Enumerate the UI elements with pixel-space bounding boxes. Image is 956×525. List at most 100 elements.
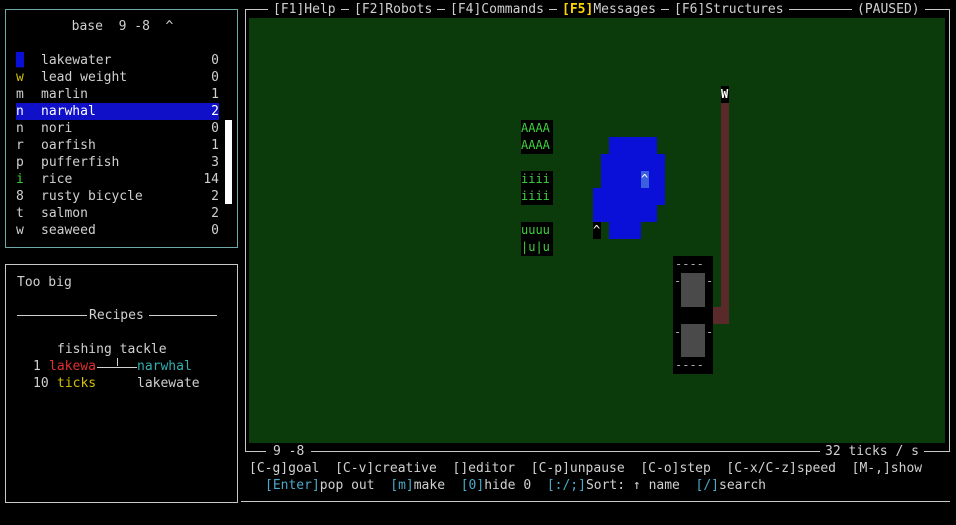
paused-status: (PAUSED) <box>852 1 925 18</box>
inventory-item-glyph: █ <box>16 53 24 68</box>
inventory-item-count: 2 <box>211 189 219 204</box>
enter-key[interactable]: [Enter] <box>265 478 320 493</box>
structure-side: - <box>674 325 682 339</box>
inventory-item[interactable]: w seaweed 0 <box>16 222 219 239</box>
inventory-item[interactable]: p pufferfish 3 <box>16 154 219 171</box>
recipe-connector-horizontal <box>97 367 137 368</box>
inventory-item-count: 2 <box>211 104 219 119</box>
inventory-item-name: rice <box>41 172 73 187</box>
search-key[interactable]: [/] <box>696 478 719 493</box>
inventory-item[interactable]: █ lakewater 0 <box>16 52 219 69</box>
inventory-item-name: pufferfish <box>41 155 120 170</box>
world-viewport[interactable]: AAAA AAAA iiii iiii uuuu |u|u ^ ^ W ----… <box>249 18 945 443</box>
structure-bottom-edge: ---- <box>675 358 704 372</box>
recipe-connector-vertical <box>117 358 118 366</box>
inventory-panel: base 9 -8 ^ █ lakewater 0 w lead weight 0 m mar… <box>5 9 238 248</box>
menu-help[interactable]: [F1]Help <box>268 1 341 18</box>
inventory-item-count: 1 <box>211 138 219 153</box>
inventory-item-name: salmon <box>41 206 88 221</box>
recipe-row2-qty: 10 <box>33 376 49 391</box>
recipes-divider-left <box>17 315 87 316</box>
inventory-item-count: 0 <box>211 223 219 238</box>
inventory-item-name: lakewater <box>41 53 112 68</box>
recipe-row1-qty: 1 <box>33 359 41 374</box>
structure-room-upper <box>681 273 705 307</box>
inventory-item-glyph: i <box>16 172 24 187</box>
inventory-item-glyph: w <box>16 223 24 238</box>
structure-top-edge: ---- <box>675 257 704 271</box>
inventory-item[interactable]: r oarfish 1 <box>16 137 219 154</box>
inventory-item[interactable]: t salmon 2 <box>16 205 219 222</box>
field-row-6: |u|u <box>521 240 550 254</box>
inventory-item-name: marlin <box>41 87 88 102</box>
inventory-item[interactable]: 8 rusty bicycle 2 <box>16 188 219 205</box>
world-coords: 9 -8 <box>266 443 312 460</box>
structure-side: - <box>706 274 714 288</box>
recipes-divider-right <box>149 315 217 316</box>
field-row-5: uuuu <box>521 223 550 237</box>
field-row-2: AAAA <box>521 138 550 152</box>
menu-messages-label: Messages <box>593 2 656 17</box>
field-row-1: AAAA <box>521 121 550 135</box>
inventory-scrollbar[interactable] <box>225 120 232 204</box>
menu-commands[interactable]: [F4]Commands <box>445 1 549 18</box>
info-panel: Too big Recipes fishing tackle 1 lakewa … <box>5 264 238 503</box>
sort-key[interactable]: [:/;] <box>547 478 586 493</box>
inventory-item-glyph: t <box>16 206 24 221</box>
inventory-item[interactable]: m marlin 1 <box>16 86 219 103</box>
inventory-item-name: lead weight <box>41 70 128 85</box>
inventory-item-count: 14 <box>203 172 219 187</box>
hide-key[interactable]: [0] <box>461 478 484 493</box>
inventory-item-glyph: p <box>16 155 24 170</box>
water-marker: ^ <box>641 171 649 188</box>
inventory-item-count: 0 <box>211 53 219 68</box>
inventory-item-glyph: w <box>16 70 24 85</box>
inventory-item-count: 0 <box>211 70 219 85</box>
sort-label: Sort: ↑ name <box>585 478 680 493</box>
inventory-item-count: 3 <box>211 155 219 170</box>
lake-part <box>609 222 641 239</box>
menu-messages[interactable]: [F5]Messages <box>557 1 661 18</box>
key-hints-line1: [C-g]goal [C-v]creative []editor [C-p]un… <box>249 461 923 476</box>
inventory-item-name: nori <box>41 121 73 136</box>
recipe-row2-input: ticks <box>57 376 97 391</box>
field-row-4: iiii <box>521 189 550 203</box>
inventory-item[interactable]: n narwhal 2 <box>16 103 219 120</box>
inventory-item-name: rusty bicycle <box>41 189 143 204</box>
tick-speed: 32 ticks / s <box>820 443 924 460</box>
inventory-item[interactable]: w lead weight 0 <box>16 69 219 86</box>
search-label: search <box>719 478 766 493</box>
recipes-header: Recipes <box>89 308 144 323</box>
inventory-item-glyph: m <box>16 87 24 102</box>
inventory-item-glyph: r <box>16 138 24 153</box>
menu-messages-key: [F5] <box>562 2 594 17</box>
inventory-item-count: 2 <box>211 206 219 221</box>
make-label: make <box>413 478 446 493</box>
inventory-item-glyph: n <box>16 104 24 119</box>
field-row-3: iiii <box>521 172 550 186</box>
recipe-row1-input: lakewa <box>49 359 96 374</box>
inventory-item[interactable]: n nori 0 <box>16 120 219 137</box>
menu-robots[interactable]: [F2]Robots <box>349 1 438 18</box>
inventory-item-count: 1 <box>211 87 219 102</box>
make-key[interactable]: [m] <box>390 478 413 493</box>
menu-structures[interactable]: [F6]Structures <box>669 1 789 18</box>
recipe-output-name: fishing tackle <box>57 342 167 357</box>
recipe-row1-output: narwhal <box>137 359 192 374</box>
inventory-item[interactable]: i rice 14 <box>16 171 219 188</box>
inventory-item-name: seaweed <box>41 223 96 238</box>
hide-label: hide 0 <box>484 478 532 493</box>
inventory-item-glyph: 8 <box>16 189 24 204</box>
lake-part <box>609 137 657 154</box>
inventory-item-name: narwhal <box>41 104 96 119</box>
lake-part <box>593 188 657 222</box>
base-robot[interactable]: ^ <box>593 222 601 239</box>
robot-w[interactable]: W <box>721 86 729 103</box>
key-hints-divider <box>241 501 950 502</box>
inventory-item-glyph: n <box>16 121 24 136</box>
inventory-title: base 9 -8 ^ <box>71 19 174 34</box>
structure-room-lower <box>681 324 705 357</box>
recipe-row2-output: lakewate <box>137 376 200 391</box>
inventory-item-count: 0 <box>211 121 219 136</box>
road-vertical <box>721 103 729 324</box>
